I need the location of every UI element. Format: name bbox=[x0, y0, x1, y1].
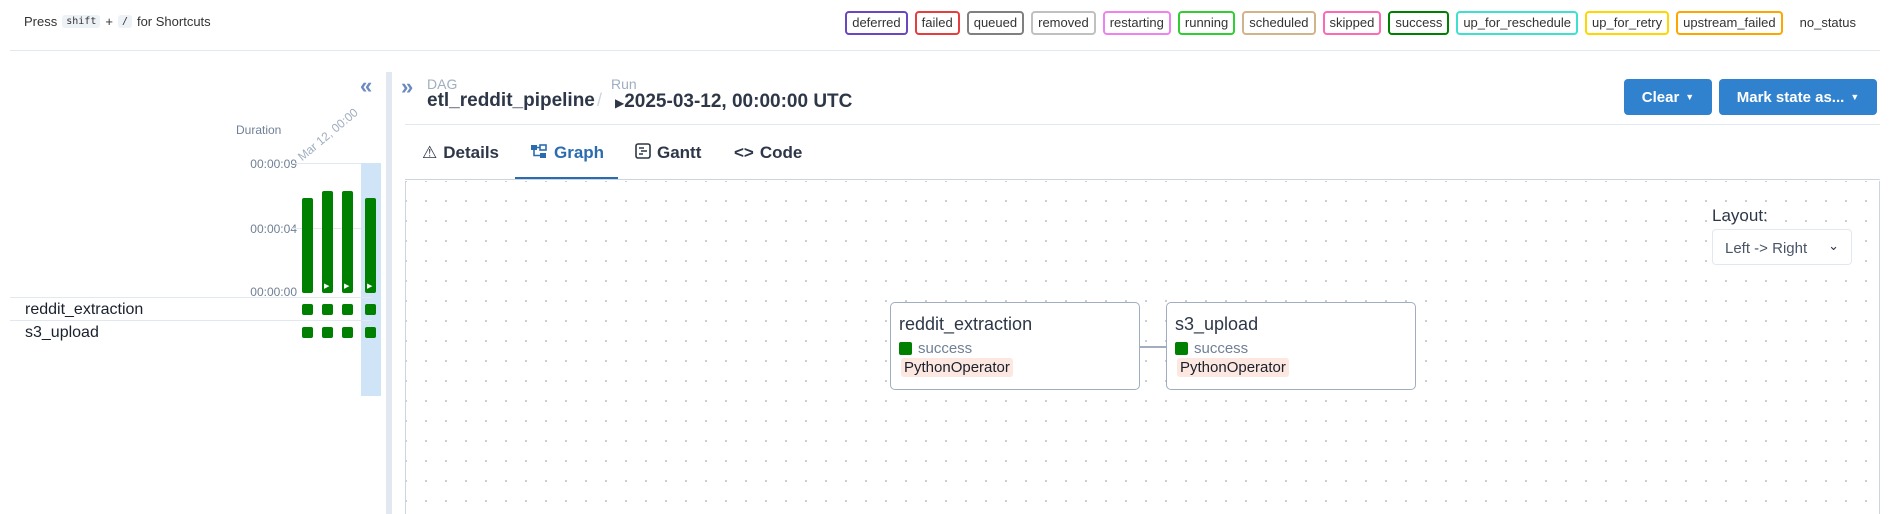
top-bar: Press shift + / for Shortcuts deferred f… bbox=[0, 0, 1890, 46]
node-name: s3_upload bbox=[1175, 314, 1259, 334]
breadcrumb-run-label: Run bbox=[611, 76, 637, 92]
task-instance-square[interactable] bbox=[302, 304, 313, 315]
legend-up-for-reschedule[interactable]: up_for_reschedule bbox=[1456, 11, 1579, 35]
node-name: reddit_extraction bbox=[899, 314, 1033, 334]
duration-tick: 00:00:04 bbox=[250, 222, 297, 236]
legend-success[interactable]: success bbox=[1388, 11, 1450, 35]
tab-label: Code bbox=[759, 143, 803, 162]
tab-label: Gantt bbox=[657, 143, 702, 162]
layout-value: Left -> Right bbox=[1725, 240, 1808, 257]
task-name[interactable]: s3_upload bbox=[25, 324, 99, 342]
clear-label: Clear bbox=[1641, 88, 1680, 106]
shortcut-suffix: for Shortcuts bbox=[136, 14, 211, 29]
task-instance-square[interactable] bbox=[342, 304, 353, 315]
legend-queued[interactable]: queued bbox=[966, 11, 1025, 35]
tab-graph[interactable]: Graph bbox=[530, 143, 604, 179]
breadcrumb-run-value[interactable]: ▶2025-03-12, 00:00:00 UTC bbox=[615, 91, 852, 113]
success-status-icon bbox=[899, 342, 912, 355]
node-operator: PythonOperator bbox=[1177, 358, 1289, 377]
legend-up-for-retry[interactable]: up_for_retry bbox=[1585, 11, 1670, 35]
run-value-text: 2025-03-12, 00:00:00 UTC bbox=[624, 91, 853, 112]
mark-state-button[interactable]: Mark state as... ▼ bbox=[1719, 79, 1877, 115]
task-instance-square[interactable] bbox=[365, 327, 376, 338]
header-divider bbox=[405, 124, 1880, 125]
task-instance-square[interactable] bbox=[365, 304, 376, 315]
node-operator: PythonOperator bbox=[901, 358, 1013, 377]
duration-bar[interactable] bbox=[302, 198, 313, 293]
top-divider bbox=[10, 50, 1880, 51]
shortcut-plus: + bbox=[105, 14, 113, 29]
tabs-divider bbox=[405, 179, 1880, 180]
legend-upstream-failed[interactable]: upstream_failed bbox=[1676, 11, 1783, 35]
clear-button[interactable]: Clear ▼ bbox=[1624, 79, 1712, 115]
code-icon: <> bbox=[734, 143, 754, 162]
legend-running[interactable]: running bbox=[1177, 11, 1236, 35]
chevron-down-icon: ▼ bbox=[1850, 92, 1860, 102]
legend-deferred[interactable]: deferred bbox=[845, 11, 908, 35]
duration-tick: 00:00:09 bbox=[250, 157, 297, 171]
panel-resize-handle[interactable] bbox=[386, 72, 392, 514]
collapse-grid-icon[interactable]: « bbox=[360, 73, 372, 99]
tab-gantt[interactable]: Gantt bbox=[635, 143, 701, 179]
tab-code[interactable]: <> Code bbox=[734, 143, 802, 179]
run-play-icon: ▶ bbox=[615, 96, 625, 110]
duration-bar[interactable]: ▶ bbox=[365, 198, 376, 293]
shortcut-hint: Press shift + / for Shortcuts bbox=[24, 14, 211, 29]
graph-node-s3-upload[interactable]: s3_upload success PythonOperator bbox=[1166, 302, 1416, 390]
task-row-s3-upload[interactable]: s3_upload bbox=[10, 320, 376, 343]
legend-restarting[interactable]: restarting bbox=[1102, 11, 1171, 35]
tab-details[interactable]: ⚠ Details bbox=[422, 143, 499, 179]
breadcrumb-dag-value[interactable]: etl_reddit_pipeline bbox=[427, 90, 595, 112]
state-legend: deferred failed queued removed restartin… bbox=[845, 11, 1866, 35]
breadcrumb-separator: / bbox=[597, 90, 603, 110]
layout-select[interactable]: Left -> Right ⌄ bbox=[1712, 229, 1852, 265]
tab-label: Graph bbox=[554, 143, 605, 162]
node-state-text: success bbox=[1194, 340, 1249, 357]
grid-panel: « Mar 12, 00:00 Duration 00:00:09 00:00:… bbox=[10, 55, 381, 514]
graph-edge bbox=[1140, 346, 1168, 348]
chevron-down-icon: ▼ bbox=[1685, 92, 1695, 102]
gantt-icon bbox=[635, 143, 651, 159]
graph-node-reddit-extraction[interactable]: reddit_extraction success PythonOperator bbox=[890, 302, 1140, 390]
success-status-icon bbox=[1175, 342, 1188, 355]
chevron-down-icon: ⌄ bbox=[1828, 238, 1839, 253]
task-instance-square[interactable] bbox=[342, 327, 353, 338]
run-type-icon: ▶ bbox=[324, 283, 330, 290]
node-state: success bbox=[899, 340, 972, 357]
expand-grid-icon[interactable]: » bbox=[401, 74, 413, 100]
duration-label: Duration bbox=[236, 123, 282, 137]
duration-bar[interactable]: ▶ bbox=[342, 191, 353, 293]
legend-failed[interactable]: failed bbox=[914, 11, 960, 35]
task-name[interactable]: reddit_extraction bbox=[25, 301, 143, 319]
mark-state-label: Mark state as... bbox=[1736, 88, 1845, 106]
legend-scheduled[interactable]: scheduled bbox=[1242, 11, 1316, 35]
node-state: success bbox=[1175, 340, 1248, 357]
slash-key: / bbox=[117, 15, 132, 28]
shortcut-press: Press bbox=[24, 14, 58, 29]
warning-icon: ⚠ bbox=[422, 143, 438, 162]
run-date-label[interactable]: Mar 12, 00:00 bbox=[295, 105, 361, 163]
legend-no-status[interactable]: no_status bbox=[1789, 11, 1866, 35]
task-row-reddit-extraction[interactable]: reddit_extraction bbox=[10, 297, 376, 320]
legend-removed[interactable]: removed bbox=[1031, 11, 1096, 35]
task-instance-square[interactable] bbox=[322, 304, 333, 315]
task-instance-square[interactable] bbox=[322, 327, 333, 338]
legend-skipped[interactable]: skipped bbox=[1322, 11, 1382, 35]
graph-icon bbox=[531, 144, 547, 158]
duration-bar[interactable]: ▶ bbox=[322, 191, 333, 293]
node-state-text: success bbox=[918, 340, 973, 357]
run-type-icon: ▶ bbox=[344, 283, 350, 290]
shift-key: shift bbox=[62, 15, 101, 28]
task-instance-square[interactable] bbox=[302, 327, 313, 338]
layout-label: Layout: bbox=[1712, 206, 1768, 225]
run-type-icon: ▶ bbox=[367, 283, 373, 290]
tab-label: Details bbox=[443, 143, 499, 162]
